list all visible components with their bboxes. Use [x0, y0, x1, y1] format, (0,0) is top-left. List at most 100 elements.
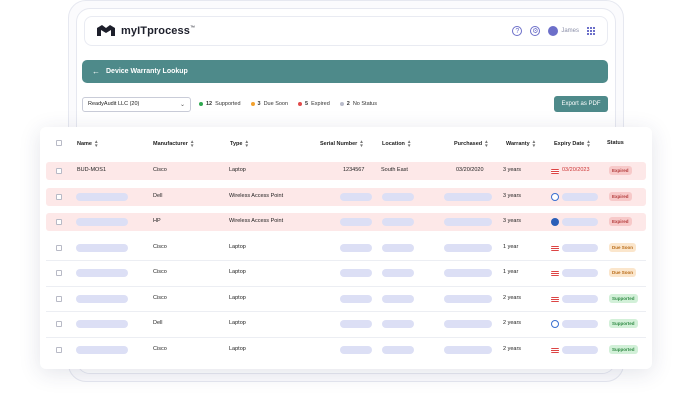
row-checkbox[interactable]: [56, 346, 62, 353]
table-row[interactable]: Cisco Laptop 2 years Supported: [46, 290, 646, 308]
client-select-value: ReadyAudit LLC (20): [88, 101, 140, 107]
table-row[interactable]: Cisco Laptop 1 year Due Soon: [46, 264, 646, 282]
table-row[interactable]: Cisco Laptop 1 year Due Soon: [46, 239, 646, 257]
sort-icon: ▴ ▾: [532, 139, 536, 149]
serial-number-placeholder: [340, 192, 372, 201]
location-placeholder: [382, 345, 414, 354]
logo[interactable]: myITprocess™: [97, 25, 195, 37]
status-dot-icon: [250, 102, 255, 106]
status-stat: 3 Due Soon: [250, 101, 288, 107]
table-row[interactable]: HP Wireless Access Point 3 years Expired: [46, 213, 646, 231]
location: South East: [381, 167, 408, 173]
purchase-date-placeholder: [444, 269, 492, 277]
device-type: Laptop: [229, 294, 246, 301]
dell-logo-icon: [551, 320, 559, 328]
column-header[interactable]: Warranty ▴ ▾: [506, 139, 536, 149]
hp-logo-icon: [551, 218, 559, 226]
table-row[interactable]: Dell Wireless Access Point 3 years Expired: [46, 187, 646, 206]
flag-icon: [551, 296, 559, 302]
column-header[interactable]: Purchased ▴ ▾: [454, 140, 488, 149]
row-checkbox[interactable]: [56, 270, 62, 276]
device-name-placeholder: [76, 294, 128, 303]
status-dot-icon: [298, 102, 303, 106]
column-header-label: Warranty: [506, 141, 530, 147]
column-header-label: Manufacturer: [153, 141, 188, 147]
filter-row: ReadyAudit LLC (20) ⌄ 12 Supported 3 Due So…: [82, 96, 608, 112]
status-label: Supported: [215, 101, 241, 107]
table-row[interactable]: Cisco Laptop 2 years Supported: [46, 341, 646, 359]
row-divider: [46, 285, 646, 287]
column-header[interactable]: Type ▴ ▾: [230, 139, 248, 149]
row-checkbox[interactable]: [56, 219, 62, 225]
status-badge: Supported: [609, 319, 638, 328]
user-avatar-icon: [548, 26, 559, 36]
status-count: 12: [206, 101, 213, 107]
location-placeholder: [382, 294, 414, 303]
user-menu[interactable]: James: [548, 26, 579, 36]
chevron-down-icon: ⌄: [179, 101, 185, 108]
row-divider: [46, 260, 646, 261]
manufacturer: Cisco: [153, 269, 167, 275]
expiry-date-placeholder: [562, 218, 598, 226]
row-checkbox[interactable]: [56, 168, 62, 174]
page-title-bar: ← Device Warranty Lookup: [82, 60, 608, 83]
status-dot-icon: [339, 102, 344, 106]
manufacturer: HP: [153, 218, 161, 224]
expiry-date-placeholder: [562, 192, 598, 201]
row-checkbox[interactable]: [56, 193, 62, 200]
apps-grid-icon[interactable]: [587, 27, 595, 35]
export-pdf-button[interactable]: Export as PDF: [554, 96, 608, 112]
status-badge: Expired: [609, 217, 632, 226]
column-header[interactable]: Manufacturer ▴ ▾: [153, 139, 194, 149]
status-dot-icon: [199, 102, 203, 106]
manufacturer: Dell: [153, 192, 163, 199]
location-placeholder: [382, 192, 414, 201]
expiry-date-placeholder: [562, 243, 598, 252]
top-right-controls: ? ⚙ James: [512, 26, 595, 36]
gear-icon[interactable]: ⚙: [530, 26, 541, 36]
warranty-term: 1 year: [503, 243, 519, 250]
device-name-placeholder: [76, 243, 128, 252]
stage: myITprocess™ ? ⚙ James ← Device Warranty…: [0, 0, 693, 416]
column-header-label: Status: [607, 140, 624, 146]
client-select[interactable]: ReadyAudit LLC (20) ⌄: [82, 96, 191, 112]
device-type: Laptop: [229, 243, 246, 250]
column-header[interactable]: Status: [607, 140, 624, 146]
column-header[interactable]: Location ▴ ▾: [382, 139, 411, 149]
serial-number-placeholder: [340, 345, 372, 354]
manufacturer: Cisco: [153, 294, 167, 301]
sort-icon: ▴ ▾: [190, 139, 194, 149]
warranty-term: 3 years: [503, 167, 522, 173]
warranty-table: Name ▴ ▾ Manufacturer ▴ ▾ Type ▴ ▾ Serial Number ▴…: [40, 127, 652, 369]
select-all-checkbox[interactable]: [56, 140, 62, 146]
row-checkbox[interactable]: [56, 295, 62, 302]
location-placeholder: [382, 243, 414, 252]
column-header[interactable]: Expiry Date ▴ ▾: [554, 140, 590, 149]
column-header-label: Name: [77, 141, 92, 147]
purchase-date-placeholder: [444, 192, 492, 201]
status-badge: Due Soon: [609, 268, 636, 277]
column-header[interactable]: Name ▴ ▾: [77, 140, 98, 149]
status-stat: 2 No Status: [339, 101, 377, 107]
device-type: Wireless Access Point: [229, 218, 284, 224]
row-checkbox[interactable]: [56, 244, 62, 251]
arrow-left-icon[interactable]: ←: [92, 67, 100, 76]
serial-number-placeholder: [340, 218, 372, 226]
column-header-label: Location: [382, 141, 405, 147]
help-circle-icon[interactable]: ?: [512, 26, 523, 36]
warranty-term: 2 years: [503, 294, 522, 301]
row-checkbox[interactable]: [56, 321, 62, 327]
column-header[interactable]: Serial Number ▴ ▾: [320, 140, 363, 149]
table-row[interactable]: BUD-MOS1 Cisco Laptop 1234567 South East 03/2…: [46, 162, 646, 180]
sort-icon: ▴ ▾: [407, 139, 411, 149]
purchase-date-placeholder: [444, 294, 492, 303]
dell-logo-icon: [551, 192, 559, 201]
table-row[interactable]: Dell Laptop 2 years Supported: [46, 315, 646, 333]
serial-number: 1234567: [343, 167, 365, 173]
sort-icon: ▴ ▾: [245, 139, 248, 149]
expiry-date-placeholder: [562, 345, 598, 354]
device-type: Laptop: [229, 167, 246, 173]
serial-number-placeholder: [340, 269, 372, 277]
serial-number-placeholder: [340, 294, 372, 303]
status-label: Expired: [311, 101, 330, 107]
